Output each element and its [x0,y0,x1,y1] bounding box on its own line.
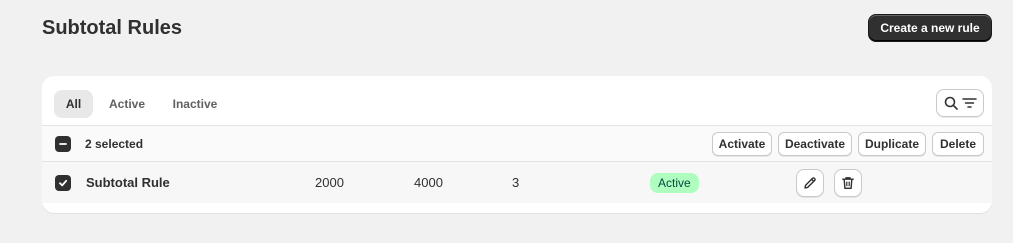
tab-all[interactable]: All [54,90,93,118]
rule-max-value: 4000 [414,175,443,190]
select-all-checkbox[interactable] [55,136,71,152]
selected-count: 2 selected [85,137,144,151]
filter-lines-icon [961,97,977,109]
rule-count: 3 [512,175,520,190]
rule-min-value: 2000 [315,175,344,190]
rule-name: Subtotal Rule [86,175,170,190]
activate-button[interactable]: Activate [712,132,772,156]
search-filter-button[interactable] [936,89,984,117]
trash-icon [841,176,855,190]
tabs-row: All Active Inactive [42,76,992,126]
indeterminate-icon [58,139,68,149]
checkmark-icon [58,178,68,188]
deactivate-button[interactable]: Deactivate [778,132,852,156]
delete-row-button[interactable] [834,169,862,197]
table-row[interactable]: Subtotal Rule 2000 4000 3 Active [42,162,992,203]
edit-button[interactable] [796,169,824,197]
tab-inactive[interactable]: Inactive [164,90,226,118]
status-badge: Active [650,173,699,193]
search-icon [944,96,958,110]
delete-button[interactable]: Delete [932,132,984,156]
row-checkbox[interactable] [55,175,71,191]
rules-card: All Active Inactive 2 selected Activate … [42,76,992,213]
page-title: Subtotal Rules [42,17,183,39]
bulk-actions-bar: 2 selected Activate Deactivate Duplicate… [42,126,992,162]
edit-icon [803,176,817,190]
tab-active[interactable]: Active [100,90,154,118]
duplicate-button[interactable]: Duplicate [858,132,926,156]
create-rule-button[interactable]: Create a new rule [868,14,992,42]
